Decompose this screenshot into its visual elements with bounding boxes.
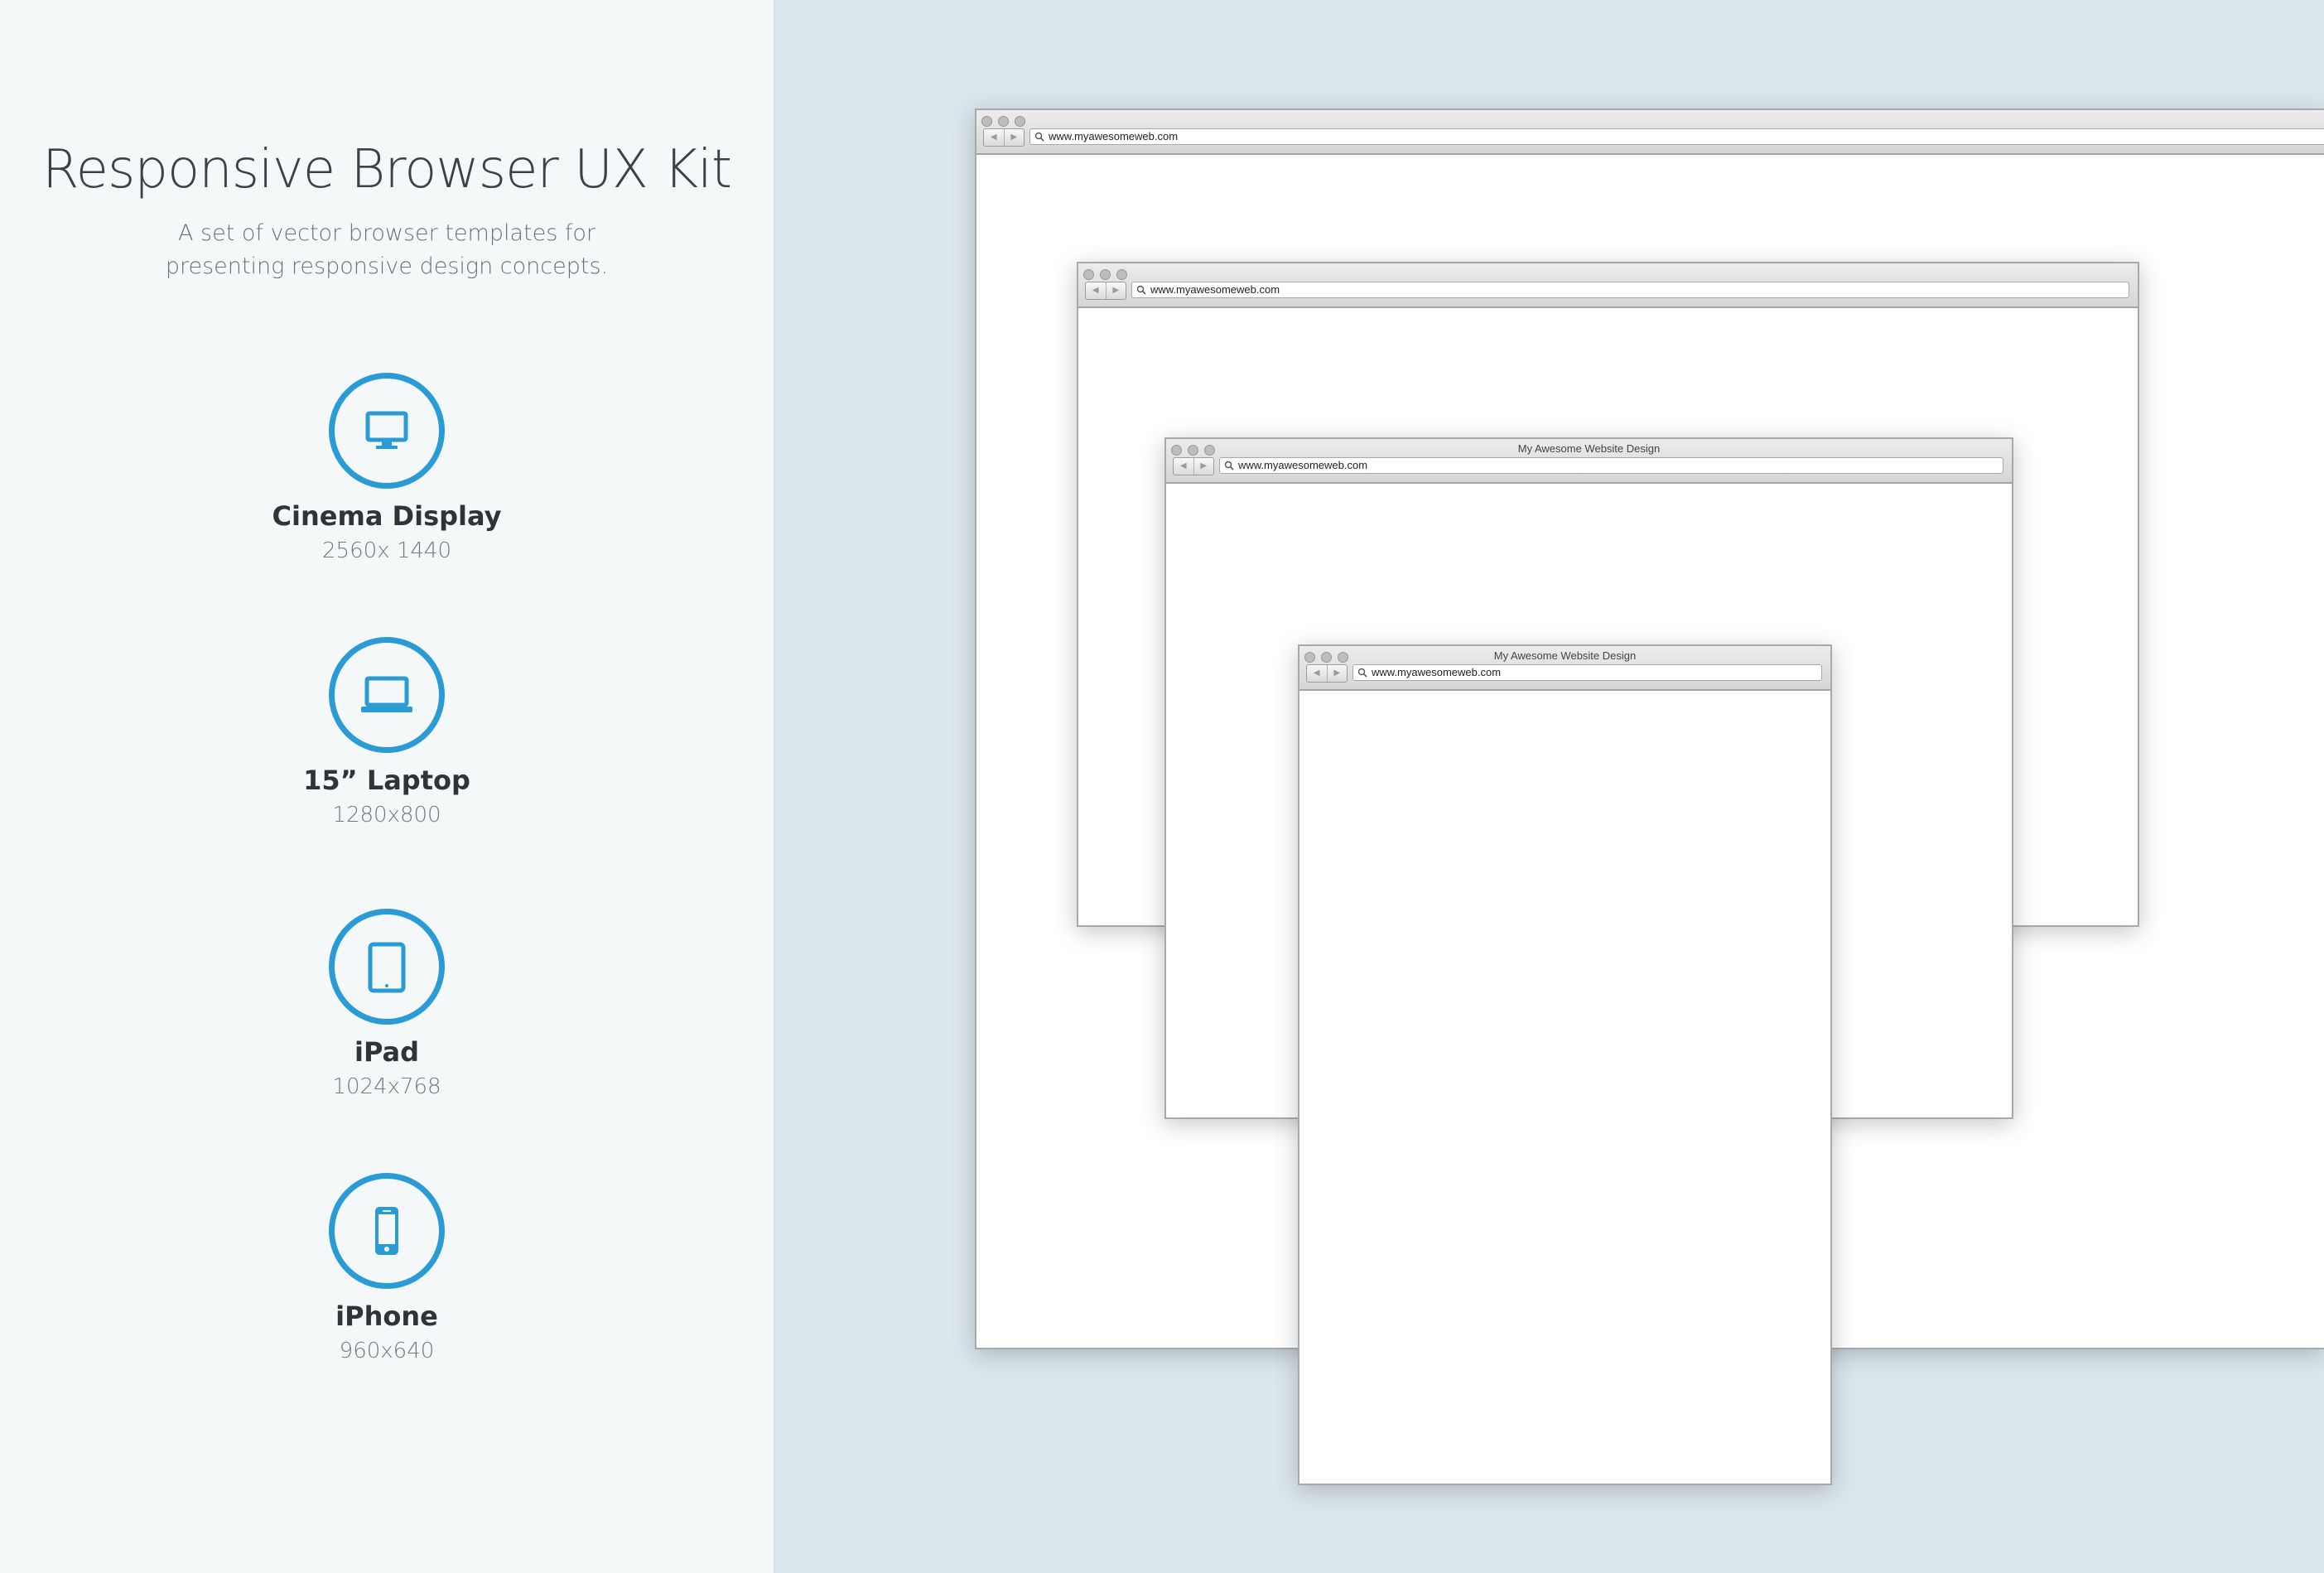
window-title: My Awesome Website Design [1493, 649, 1637, 662]
browser-toolbar: ◀ ▶ www.myawesomeweb.com [1078, 263, 2138, 308]
close-dot[interactable] [981, 116, 992, 127]
phone-icon [329, 1173, 445, 1289]
search-icon [1224, 461, 1234, 470]
nav-buttons[interactable]: ◀ ▶ [983, 128, 1025, 147]
back-arrow-icon[interactable]: ◀ [1086, 282, 1107, 299]
left-panel: Responsive Browser UX Kit A set of vecto… [0, 0, 775, 1573]
browser-toolbar: ◀ ▶ www.myawesomeweb.com [976, 110, 2324, 155]
search-icon [1136, 285, 1146, 295]
laptop-icon [329, 637, 445, 753]
forward-arrow-icon[interactable]: ▶ [1328, 665, 1348, 682]
address-bar[interactable]: www.myawesomeweb.com [1352, 664, 1822, 681]
search-icon [1357, 668, 1367, 678]
device-resolution: 2560x 1440 [322, 538, 451, 563]
search-icon [1034, 132, 1044, 142]
monitor-icon [329, 373, 445, 489]
kit-title: Responsive Browser UX Kit [42, 139, 732, 200]
device-resolution: 960x640 [339, 1339, 435, 1363]
close-dot[interactable] [1083, 269, 1094, 280]
url-text: www.myawesomeweb.com [1238, 459, 1368, 471]
forward-arrow-icon[interactable]: ▶ [1005, 129, 1025, 146]
address-bar[interactable]: www.myawesomeweb.com [1219, 457, 2003, 474]
url-text: www.myawesomeweb.com [1372, 666, 1502, 678]
device-resolution: 1280x800 [332, 803, 441, 828]
nav-buttons[interactable]: ◀ ▶ [1085, 282, 1126, 300]
nav-buttons[interactable]: ◀ ▶ [1306, 664, 1348, 683]
tablet-icon [329, 909, 445, 1025]
browser-toolbar: My Awesome Website Design ◀ ▶ www.myawes… [1166, 439, 2012, 484]
device-ipad[interactable]: iPad 1024x768 [0, 909, 774, 1099]
nav-buttons[interactable]: ◀ ▶ [1173, 457, 1214, 475]
forward-arrow-icon[interactable]: ▶ [1194, 458, 1214, 475]
device-name: 15” Laptop [303, 765, 470, 796]
device-cinema-display[interactable]: Cinema Display 2560x 1440 [0, 373, 774, 563]
zoom-dot[interactable] [1015, 116, 1025, 127]
browser-window-iphone: My Awesome Website Design ◀ ▶ www.myawes… [1298, 644, 1832, 1485]
minimize-dot[interactable] [998, 116, 1009, 127]
browser-toolbar: My Awesome Website Design ◀ ▶ www.myawes… [1299, 646, 1830, 691]
kit-subtitle: A set of vector browser templates for pr… [165, 220, 609, 279]
minimize-dot[interactable] [1100, 269, 1111, 280]
device-iphone[interactable]: iPhone 960x640 [0, 1173, 774, 1363]
window-title: My Awesome Website Design [1517, 442, 1661, 455]
device-resolution: 1024x768 [332, 1074, 441, 1099]
back-arrow-icon[interactable]: ◀ [984, 129, 1005, 146]
device-name: iPhone [335, 1300, 438, 1332]
address-bar[interactable]: www.myawesomeweb.com [1131, 282, 2129, 298]
device-name: iPad [354, 1036, 420, 1068]
device-laptop[interactable]: 15” Laptop 1280x800 [0, 637, 774, 828]
url-text: www.myawesomeweb.com [1150, 283, 1280, 296]
url-text: www.myawesomeweb.com [1049, 130, 1179, 142]
device-name: Cinema Display [272, 500, 502, 532]
back-arrow-icon[interactable]: ◀ [1174, 458, 1194, 475]
back-arrow-icon[interactable]: ◀ [1307, 665, 1328, 682]
address-bar[interactable]: www.myawesomeweb.com [1029, 128, 2324, 145]
zoom-dot[interactable] [1116, 269, 1127, 280]
forward-arrow-icon[interactable]: ▶ [1107, 282, 1126, 299]
